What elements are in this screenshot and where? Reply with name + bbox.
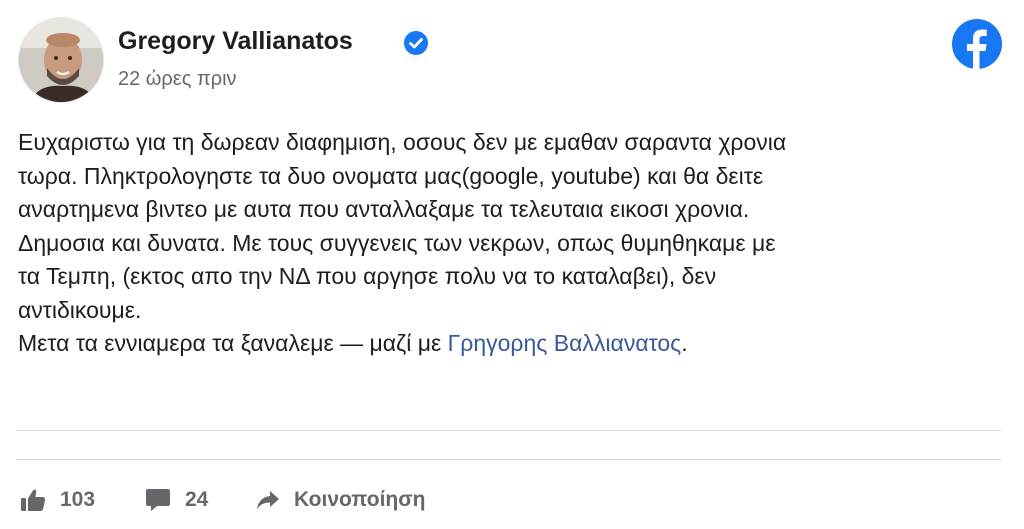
post-timestamp[interactable]: 22 ώρες πριν [118,68,237,91]
post-text: Ευχαριστω για τη δωρεαν διαφημιση, οσους… [18,126,1008,361]
post-text-line: Δημοσια και δυνατα. Με τους συγγενεις τω… [18,229,776,256]
post-text-line: αναρτημενα βιντεο με αυτα που ανταλλαξαμ… [18,196,750,222]
thumbs-up-icon [21,489,46,511]
post-text-prefix: Μετα τα εννιαμερα τα ξαναλεμε — μαζί με [18,330,448,356]
comments-count: 24 [185,488,209,511]
likes-count: 103 [60,488,96,511]
divider [16,430,1001,431]
comment-button[interactable]: 24 [145,485,208,515]
post-text-line: τα Τεμπη, (εκτος απο την ΝΔ που αργησε π… [18,263,717,289]
facebook-logo-icon[interactable] [951,18,1003,70]
share-arrow-icon [257,491,279,510]
post-text-line: αντιδικουμε. [18,296,142,323]
share-button[interactable]: Κοινοποίηση [256,485,425,515]
post-text-line: Ευχαριστω για τη δωρεαν διαφημιση, οσους… [18,129,787,155]
like-button[interactable]: 103 [20,485,95,515]
author-name[interactable]: Gregory Vallianatos [118,27,353,56]
post-text-line: τωρα. Πληκτρολογηστε τα δυο ονοματα μας(… [18,162,764,189]
avatar-photo [19,18,103,102]
post-text-suffix: . [681,330,688,356]
comment-icon [146,489,170,511]
tagged-user-link[interactable]: Γρηγορης Βαλλιανατος [448,330,682,356]
verified-badge-icon [404,31,428,55]
post-text-last-line: Μετα τα εννιαμερα τα ξαναλεμε — μαζί με … [18,327,1008,361]
share-label: Κοινοποίηση [294,488,426,511]
author-avatar[interactable] [18,17,104,103]
divider [16,459,1001,460]
